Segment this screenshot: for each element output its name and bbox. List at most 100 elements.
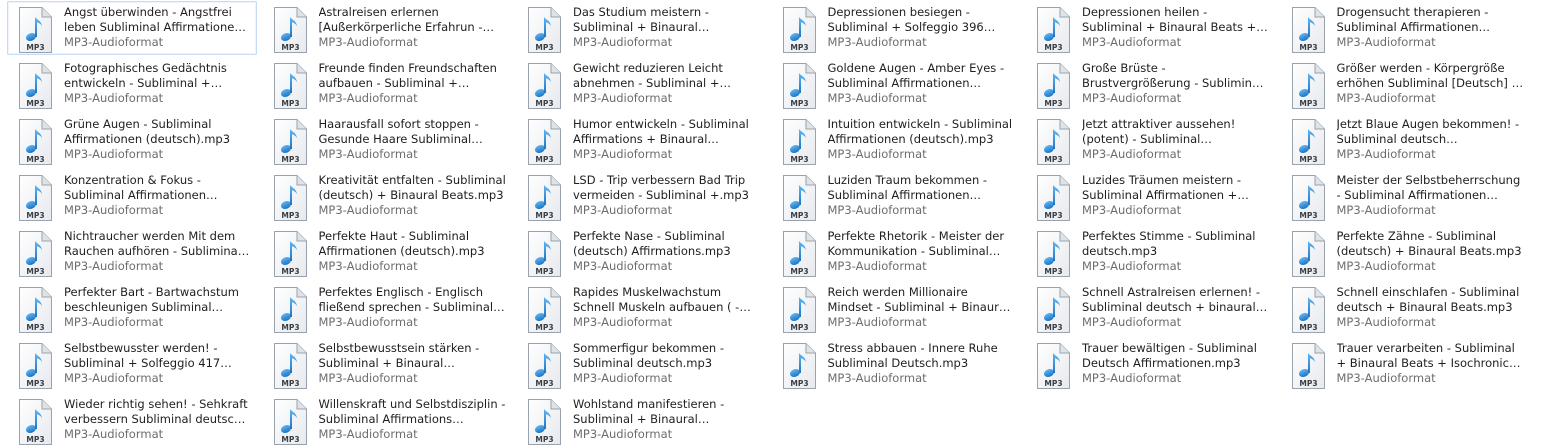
mp3-file-icon: MP3 — [782, 231, 816, 277]
file-item[interactable]: MP3 Schnell einschlafen - Subliminal deu… — [1280, 281, 1530, 335]
mp3-file-icon: MP3 — [528, 119, 561, 165]
file-type: MP3-Audioformat — [573, 91, 673, 105]
mp3-badge: MP3 — [1044, 43, 1062, 52]
file-item[interactable]: MP3 Schnell Astralreisen erlernen! - Sub… — [1025, 281, 1275, 335]
file-item[interactable]: MP3 Wieder richtig sehen! - Sehkraft ver… — [7, 393, 257, 447]
file-type: MP3-Audioformat — [1336, 371, 1436, 385]
mp3-file-icon: MP3 — [19, 231, 52, 277]
file-type: MP3-Audioformat — [64, 203, 164, 217]
file-item[interactable]: MP3 Große Brüste - Brustvergrößerung - S… — [1025, 57, 1275, 111]
file-item[interactable]: MP3 Astralreisen erlernen [Außerkörperli… — [262, 1, 512, 55]
mp3-file-icon: MP3 — [1037, 63, 1070, 109]
file-item[interactable]: MP3 Willenskraft und Selbstdisziplin - S… — [262, 393, 512, 447]
file-item[interactable]: MP3 Stress abbauen - Innere Ruhe Sublimi… — [771, 337, 1021, 391]
file-name: Stress abbauen - Innere Ruhe Subliminal … — [827, 341, 998, 370]
mp3-badge: MP3 — [790, 323, 808, 332]
file-type: MP3-Audioformat — [318, 147, 418, 161]
file-name: Perfekter Bart - Bartwachstum beschleuni… — [64, 285, 239, 314]
file-item[interactable]: MP3 Freunde finden Freundschaften aufbau… — [262, 57, 512, 111]
mp3-badge: MP3 — [281, 267, 299, 276]
file-item[interactable]: MP3 Gewicht reduzieren Leicht abnehmen -… — [516, 57, 766, 111]
file-name: Fotographisches Gedächtnis entwickeln - … — [64, 61, 227, 90]
file-type: MP3-Audioformat — [573, 147, 673, 161]
file-item[interactable]: MP3 Fotographisches Gedächtnis entwickel… — [7, 57, 257, 111]
file-item[interactable]: MP3 Selbstbewusstsein stärken - Sublimin… — [262, 337, 512, 391]
mp3-badge: MP3 — [790, 379, 808, 388]
file-item[interactable]: MP3 Reich werden Millionaire Mindset - S… — [771, 281, 1021, 335]
file-item[interactable]: MP3 Haarausfall sofort stoppen - Gesunde… — [262, 113, 512, 167]
file-type: MP3-Audioformat — [64, 147, 164, 161]
file-item[interactable]: MP3 Depressionen besiegen - Subliminal +… — [771, 1, 1021, 55]
file-name: Astralreisen erlernen [Außerkörperliche … — [318, 5, 483, 34]
mp3-badge: MP3 — [790, 43, 808, 52]
file-item[interactable]: MP3 Perfekte Nase - Subliminal (deutsch)… — [516, 225, 766, 279]
file-item[interactable]: MP3 Jetzt attraktiver aussehen! (potent)… — [1025, 113, 1275, 167]
file-item[interactable]: MP3 Perfekte Rhetorik - Meister der Komm… — [771, 225, 1021, 279]
file-item[interactable]: MP3 Goldene Augen - Amber Eyes - Sublimi… — [771, 57, 1021, 111]
file-item[interactable]: MP3 LSD - Trip verbessern Bad Trip verme… — [516, 169, 766, 223]
file-item[interactable]: MP3 Trauer verarbeiten - Subliminal + Bi… — [1280, 337, 1530, 391]
file-item[interactable]: MP3 Perfektes Stimme - Subliminal deutsc… — [1025, 225, 1275, 279]
mp3-file-icon: MP3 — [273, 175, 307, 221]
file-item[interactable]: MP3 Konzentration & Fokus - Subliminal A… — [7, 169, 257, 223]
mp3-badge: MP3 — [535, 211, 553, 220]
file-item[interactable]: MP3 Intuition entwickeln - Subliminal Af… — [771, 113, 1021, 167]
mp3-file-icon: MP3 — [19, 7, 52, 53]
file-type: MP3-Audioformat — [318, 371, 418, 385]
file-name: Intuition entwickeln - Subliminal Affirm… — [827, 117, 1013, 146]
file-name: Wohlstand manifestieren - Subliminal + B… — [573, 397, 725, 426]
file-type: MP3-Audioformat — [1082, 203, 1182, 217]
mp3-badge: MP3 — [1299, 323, 1317, 332]
mp3-file-icon: MP3 — [528, 7, 561, 53]
file-item[interactable]: MP3 Nichtraucher werden Mit dem Rauchen … — [7, 225, 257, 279]
mp3-file-icon: MP3 — [19, 343, 52, 389]
mp3-badge: MP3 — [790, 211, 808, 220]
mp3-file-icon: MP3 — [1291, 63, 1325, 109]
mp3-badge: MP3 — [281, 379, 299, 388]
mp3-file-icon: MP3 — [1291, 7, 1325, 53]
file-item[interactable]: MP3 Meister der Selbstbeherrschung - Sub… — [1280, 169, 1530, 223]
file-name: Perfekte Zähne - Subliminal (deutsch) + … — [1336, 229, 1522, 258]
file-item[interactable]: MP3 Angst überwinden - Angstfrei leben S… — [7, 1, 257, 55]
file-name: Perfektes Englisch - Englisch fließend s… — [318, 285, 494, 314]
file-type: MP3-Audioformat — [318, 203, 418, 217]
file-item[interactable]: MP3 Sommerfigur bekommen - Subliminal de… — [516, 337, 766, 391]
file-item[interactable]: MP3 Luzides Träumen meistern - Sublimina… — [1025, 169, 1275, 223]
file-name: Kreativität entfalten - Subliminal (deut… — [318, 173, 506, 202]
mp3-file-icon: MP3 — [528, 63, 561, 109]
file-type: MP3-Audioformat — [827, 35, 927, 49]
file-item[interactable]: MP3 Kreativität entfalten - Subliminal (… — [262, 169, 512, 223]
file-type: MP3-Audioformat — [1336, 203, 1436, 217]
file-item[interactable]: MP3 Rapides Muskelwachstum Schnell Muske… — [516, 281, 766, 335]
mp3-file-icon: MP3 — [1291, 119, 1325, 165]
file-item[interactable]: MP3 Perfekter Bart - Bartwachstum beschl… — [7, 281, 257, 335]
file-item[interactable]: MP3 Jetzt Blaue Augen bekommen! - Sublim… — [1280, 113, 1530, 167]
file-item[interactable]: MP3 Das Studium meistern - Subliminal + … — [516, 1, 766, 55]
file-item[interactable]: MP3 Selbstbewusster werden! - Subliminal… — [7, 337, 257, 391]
file-type: MP3-Audioformat — [64, 91, 164, 105]
file-item[interactable]: MP3 Perfekte Haut - Subliminal Affirmati… — [262, 225, 512, 279]
file-item[interactable]: MP3 Depressionen heilen - Subliminal + B… — [1025, 1, 1275, 55]
file-type: MP3-Audioformat — [573, 315, 673, 329]
file-item[interactable]: MP3 Größer werden - Körpergröße erhöhen … — [1280, 57, 1530, 111]
file-item[interactable]: MP3 Wohlstand manifestieren - Subliminal… — [516, 393, 766, 447]
file-item[interactable]: MP3 Luziden Traum bekommen - Subliminal … — [771, 169, 1021, 223]
mp3-file-icon: MP3 — [782, 175, 816, 221]
file-name: Trauer verarbeiten - Subliminal + Binaur… — [1336, 341, 1515, 370]
file-type: MP3-Audioformat — [64, 371, 164, 385]
file-type: MP3-Audioformat — [573, 203, 673, 217]
mp3-badge: MP3 — [281, 435, 299, 444]
mp3-badge: MP3 — [281, 323, 299, 332]
mp3-file-icon: MP3 — [1037, 7, 1070, 53]
file-item[interactable]: MP3 Trauer bewältigen - Subliminal Deuts… — [1025, 337, 1275, 391]
file-type: MP3-Audioformat — [1082, 35, 1182, 49]
mp3-badge: MP3 — [535, 43, 553, 52]
file-item[interactable]: MP3 Perfektes Englisch - Englisch fließe… — [262, 281, 512, 335]
mp3-badge: MP3 — [535, 99, 553, 108]
file-item[interactable]: MP3 Humor entwickeln - Subliminal Affirm… — [516, 113, 766, 167]
file-item[interactable]: MP3 Perfekte Zähne - Subliminal (deutsch… — [1280, 225, 1530, 279]
file-item[interactable]: MP3 Grüne Augen - Subliminal Affirmation… — [7, 113, 257, 167]
file-type: MP3-Audioformat — [1336, 35, 1436, 49]
file-item[interactable]: MP3 Drogensucht therapieren - Subliminal… — [1280, 1, 1530, 55]
mp3-file-icon: MP3 — [273, 119, 307, 165]
